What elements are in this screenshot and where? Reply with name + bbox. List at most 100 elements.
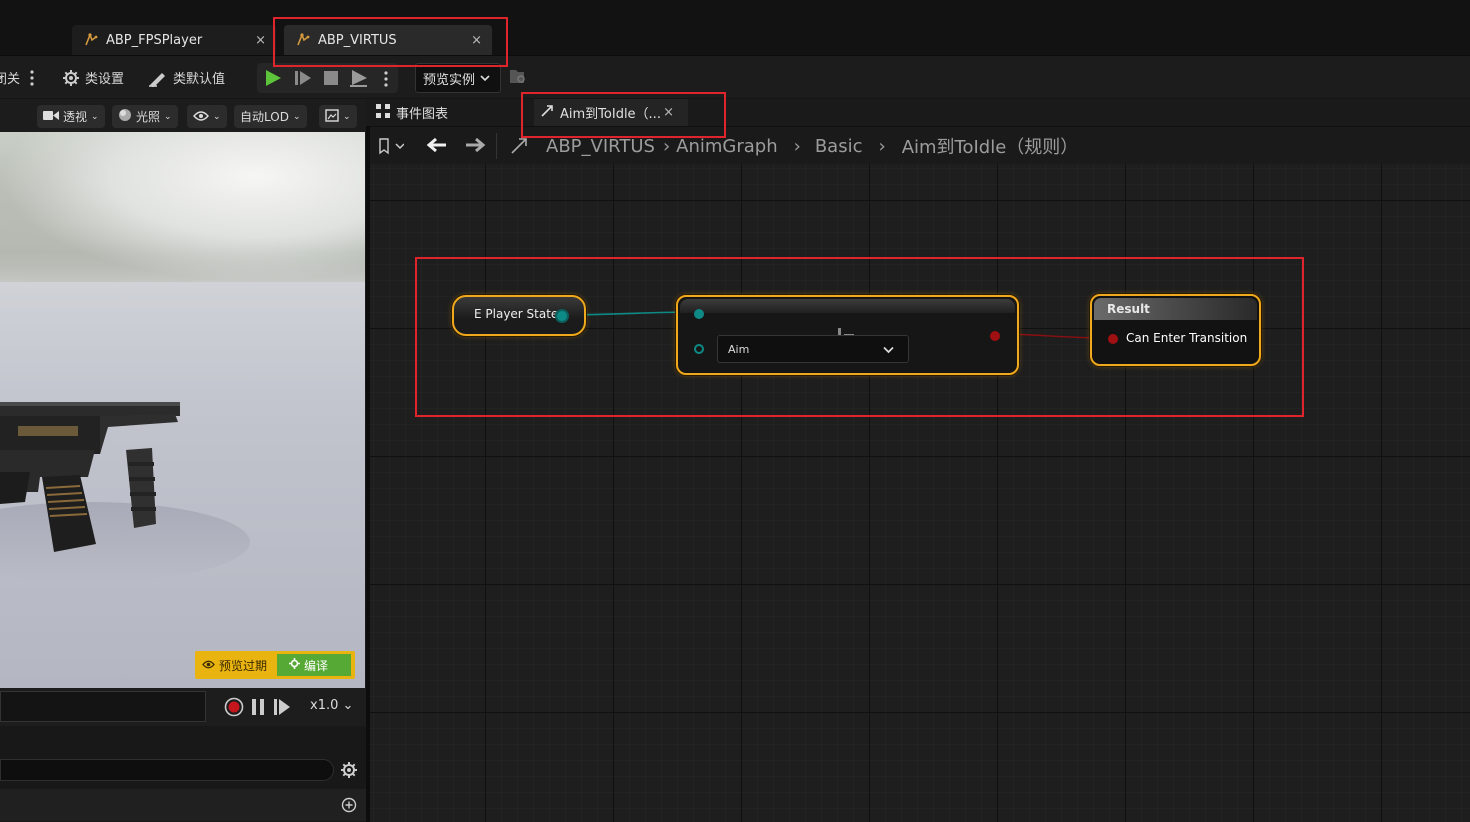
graph-icon — [376, 103, 390, 122]
play-controls — [257, 63, 398, 93]
compile-button[interactable]: 编译 — [277, 654, 351, 676]
lod-button[interactable]: 自动LOD ⌄ — [234, 105, 307, 128]
preview-instance-label: 预览实例 — [423, 72, 476, 88]
bookmark-icon[interactable] — [378, 137, 405, 159]
node-header — [680, 299, 1015, 313]
animation-blueprint-icon — [82, 31, 100, 49]
perspective-label: 透视 — [63, 110, 88, 124]
playback-speed-dropdown[interactable]: x1.0 ⌄ — [310, 698, 353, 713]
chevron-down-icon — [480, 71, 490, 86]
preview-instance-dropdown[interactable]: 预览实例 — [415, 63, 501, 93]
camera-icon — [43, 110, 59, 124]
chevron-down-icon: ⌄ — [343, 111, 351, 122]
3d-viewport[interactable]: 预览过期 编译 — [0, 132, 365, 688]
chevron-right-icon: › — [878, 135, 886, 157]
breadcrumb-item[interactable]: Basic — [815, 136, 863, 157]
back-arrow-icon[interactable] — [426, 137, 448, 157]
transition-arrow-icon — [510, 137, 528, 159]
lighting-label: 光照 — [136, 110, 161, 124]
animation-blueprint-icon — [294, 31, 312, 49]
breadcrumb-item[interactable]: ABP_VIRTUS — [546, 136, 655, 157]
input-enum-pin-b[interactable] — [694, 344, 704, 354]
close-icon[interactable]: × — [471, 33, 482, 48]
toolbar-cut-item[interactable]: 闭关 — [0, 56, 20, 99]
result-header: Result — [1094, 298, 1257, 320]
tab-label: ABP_FPSPlayer — [106, 32, 203, 48]
playback-bar: x1.0 ⌄ — [0, 688, 366, 726]
step-icon[interactable] — [294, 69, 312, 91]
tab-label: ABP_VIRTUS — [318, 32, 397, 48]
chevron-down-icon — [883, 344, 894, 357]
more-options-icon[interactable] — [28, 56, 36, 99]
class-settings-button[interactable]: 类设置 — [62, 56, 124, 99]
play-options-icon[interactable] — [383, 70, 389, 92]
debug-filter-icon[interactable] — [509, 69, 527, 89]
tab-event-graph-label: 事件图表 — [396, 107, 449, 122]
breadcrumb-item[interactable]: Aim到ToIdle（规则） — [902, 133, 1079, 159]
enum-value-label: Aim — [728, 342, 750, 356]
document-tab-bar: ABP_FPSPlayer × ABP_VIRTUS × — [0, 0, 1470, 55]
equal-enum-node[interactable]: Aim — [676, 295, 1019, 375]
graph-tab-bar: 事件图表 Aim到ToIdle（... × — [366, 99, 1470, 126]
chevron-right-icon: › — [662, 135, 671, 157]
close-icon[interactable]: × — [663, 105, 674, 120]
output-bool-pin[interactable] — [990, 331, 1000, 341]
compile-label: 编译 — [304, 658, 329, 673]
player-state-variable-node[interactable]: E Player State — [452, 295, 586, 336]
breadcrumb-item[interactable]: AnimGraph — [676, 136, 777, 157]
pause-icon[interactable] — [251, 698, 265, 720]
perspective-button[interactable]: 透视 ⌄ — [37, 105, 105, 128]
class-defaults-label: 类默认值 — [173, 72, 226, 87]
graph-canvas[interactable] — [370, 164, 1470, 822]
eject-icon[interactable] — [349, 68, 369, 92]
record-icon[interactable] — [224, 697, 244, 721]
details-panel — [0, 726, 366, 822]
rifle-model — [0, 402, 250, 582]
class-defaults-button[interactable]: 类默认值 — [148, 56, 225, 99]
chevron-down-icon: ⌄ — [213, 111, 221, 122]
chevron-right-icon: › — [793, 135, 801, 157]
main-toolbar: 闭关 类设置 类默认值 预览实例 — [0, 55, 1470, 98]
preview-expired-button[interactable]: 预览过期 — [199, 654, 277, 676]
step-forward-icon[interactable] — [273, 698, 291, 720]
breadcrumb: ABP_VIRTUS › AnimGraph › Basic › Aim到ToI… — [546, 127, 1078, 165]
viewport-toolbar: 透视 ⌄ 光照 ⌄ ⌄ 自动LOD ⌄ ⌄ — [0, 99, 366, 132]
toolbar-cut-label: 闭关 — [0, 72, 21, 87]
tab-abp-virtus[interactable]: ABP_VIRTUS × — [284, 25, 492, 55]
viewport-layout-button[interactable]: ⌄ — [319, 105, 357, 128]
close-icon[interactable]: × — [255, 33, 266, 48]
gear-icon — [62, 69, 80, 87]
settings-gear-icon[interactable] — [340, 761, 358, 783]
gear-icon — [289, 658, 300, 672]
show-flags-button[interactable]: ⌄ — [187, 105, 227, 128]
chevron-down-icon: ⌄ — [292, 111, 301, 122]
add-icon[interactable] — [341, 797, 357, 817]
playback-speed-label: x1.0 — [310, 698, 339, 713]
details-search-input[interactable] — [0, 759, 334, 781]
transition-arrow-icon — [540, 104, 554, 122]
enum-value-dropdown[interactable]: Aim — [717, 335, 909, 363]
preview-panel: 透视 ⌄ 光照 ⌄ ⌄ 自动LOD ⌄ ⌄ 预览过期 编译 x1.0 ⌄ — [0, 99, 366, 822]
preview-expired-label: 预览过期 — [219, 658, 268, 673]
result-node[interactable]: Result Can Enter Transition — [1090, 294, 1261, 366]
output-enum-pin[interactable] — [557, 311, 567, 321]
class-settings-label: 类设置 — [85, 72, 125, 87]
stop-icon[interactable] — [323, 70, 339, 90]
tab-transition-label: Aim到ToIdle（... — [560, 107, 661, 122]
lighting-button[interactable]: 光照 ⌄ — [112, 105, 178, 128]
tab-event-graph[interactable]: 事件图表 — [376, 99, 448, 126]
chevron-down-icon: ⌄ — [342, 698, 354, 713]
tab-transition-rule[interactable]: Aim到ToIdle（... × — [534, 99, 688, 126]
play-icon[interactable] — [264, 69, 282, 91]
can-enter-transition-pin[interactable] — [1108, 334, 1118, 344]
sphere-icon — [118, 108, 132, 125]
timeline-track[interactable] — [0, 691, 206, 722]
chevron-down-icon: ⌄ — [164, 111, 172, 122]
eye-icon — [193, 110, 209, 124]
chevron-down-icon: ⌄ — [91, 111, 99, 122]
tab-abp-fpsplayer[interactable]: ABP_FPSPlayer × — [72, 25, 276, 55]
variable-node-label: E Player State — [474, 307, 559, 321]
input-enum-pin-a[interactable] — [694, 309, 704, 319]
toolbar-separator — [496, 133, 497, 159]
forward-arrow-icon[interactable] — [464, 137, 486, 157]
